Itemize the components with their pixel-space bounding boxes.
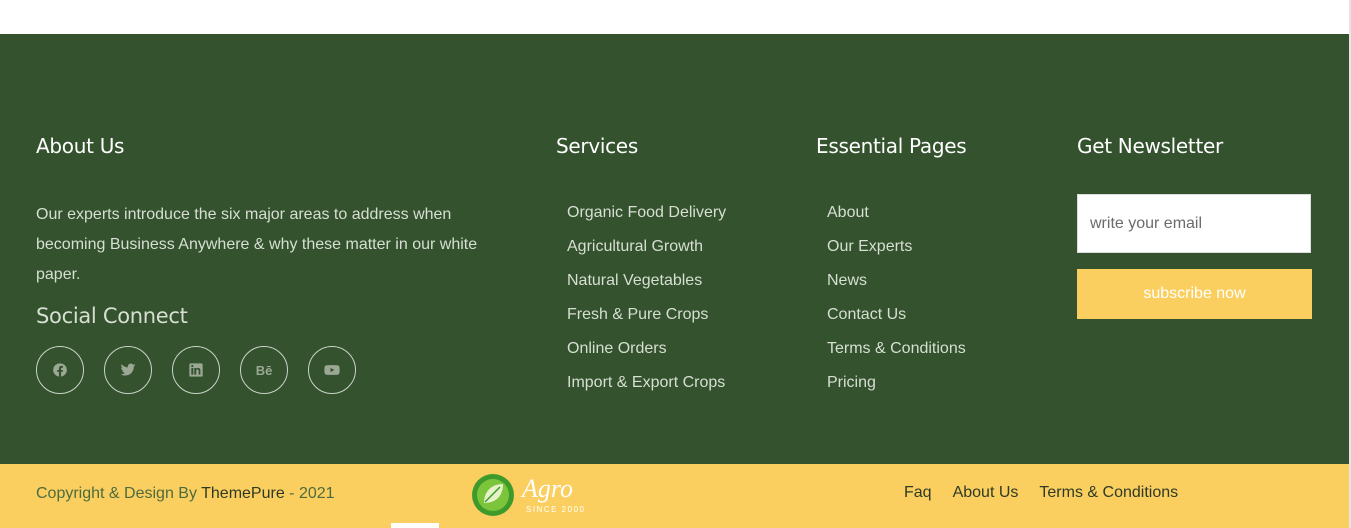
logo-text: Agro xyxy=(522,474,574,503)
email-input[interactable] xyxy=(1077,194,1311,253)
linkedin-icon xyxy=(189,363,203,377)
footer-main: About Us Our experts introduce the six m… xyxy=(0,34,1349,464)
about-text: Our experts introduce the six major area… xyxy=(36,206,478,283)
bottom-link-about-us[interactable]: About Us xyxy=(953,484,1019,502)
services-link[interactable]: Import & Export Crops xyxy=(567,366,796,400)
copyright-prefix: Copyright & Design By xyxy=(36,485,202,502)
behance-icon: Bē xyxy=(255,362,273,378)
essential-pages-link[interactable]: News xyxy=(827,264,1056,298)
services-link[interactable]: Online Orders xyxy=(567,332,796,366)
youtube-button[interactable] xyxy=(308,346,356,394)
bottom-nav: Faq About Us Terms & Conditions xyxy=(904,484,1178,502)
essential-pages-column: Essential Pages About Our Experts News C… xyxy=(816,134,1056,400)
essential-pages-link[interactable]: Terms & Conditions xyxy=(827,332,1056,366)
logo-subtext: SINCE 2000 xyxy=(526,505,586,514)
copyright-year: - 2021 xyxy=(284,485,335,502)
bottom-link-terms[interactable]: Terms & Conditions xyxy=(1039,484,1178,502)
about-column: About Us Our experts introduce the six m… xyxy=(36,134,526,394)
newsletter-column: Get Newsletter subscribe now xyxy=(1077,134,1312,319)
facebook-button[interactable] xyxy=(36,346,84,394)
copyright-text: Copyright & Design By ThemePure - 2021 xyxy=(36,485,335,503)
essential-pages-list: About Our Experts News Contact Us Terms … xyxy=(827,196,1056,400)
twitter-icon xyxy=(120,363,136,376)
subscribe-button[interactable]: subscribe now xyxy=(1077,269,1312,319)
newsletter-title: Get Newsletter xyxy=(1077,134,1223,158)
facebook-icon xyxy=(53,363,67,377)
services-column: Services Organic Food Delivery Agricultu… xyxy=(556,134,796,400)
services-link[interactable]: Agricultural Growth xyxy=(567,230,796,264)
scroll-indicator xyxy=(391,523,439,528)
services-list: Organic Food Delivery Agricultural Growt… xyxy=(567,196,796,400)
services-title: Services xyxy=(556,134,638,158)
services-link[interactable]: Fresh & Pure Crops xyxy=(567,298,796,332)
about-title: About Us xyxy=(36,134,125,158)
services-link[interactable]: Organic Food Delivery xyxy=(567,196,796,230)
essential-pages-link[interactable]: Pricing xyxy=(827,366,1056,400)
bottom-link-faq[interactable]: Faq xyxy=(904,484,932,502)
essential-pages-title: Essential Pages xyxy=(816,134,967,158)
essential-pages-link[interactable]: About xyxy=(827,196,1056,230)
themepure-link[interactable]: ThemePure xyxy=(201,485,285,502)
behance-button[interactable]: Bē xyxy=(240,346,288,394)
footer-bottom-bar: Copyright & Design By ThemePure - 2021 A… xyxy=(0,464,1349,528)
linkedin-button[interactable] xyxy=(172,346,220,394)
services-link[interactable]: Natural Vegetables xyxy=(567,264,796,298)
youtube-icon xyxy=(324,365,340,375)
essential-pages-link[interactable]: Our Experts xyxy=(827,230,1056,264)
social-links: Bē xyxy=(36,346,526,394)
essential-pages-link[interactable]: Contact Us xyxy=(827,298,1056,332)
agro-logo[interactable]: Agro SINCE 2000 xyxy=(470,470,630,520)
social-title: Social Connect xyxy=(36,304,188,328)
leaf-logo-icon xyxy=(472,474,514,516)
page-top-area xyxy=(0,0,1349,34)
twitter-button[interactable] xyxy=(104,346,152,394)
